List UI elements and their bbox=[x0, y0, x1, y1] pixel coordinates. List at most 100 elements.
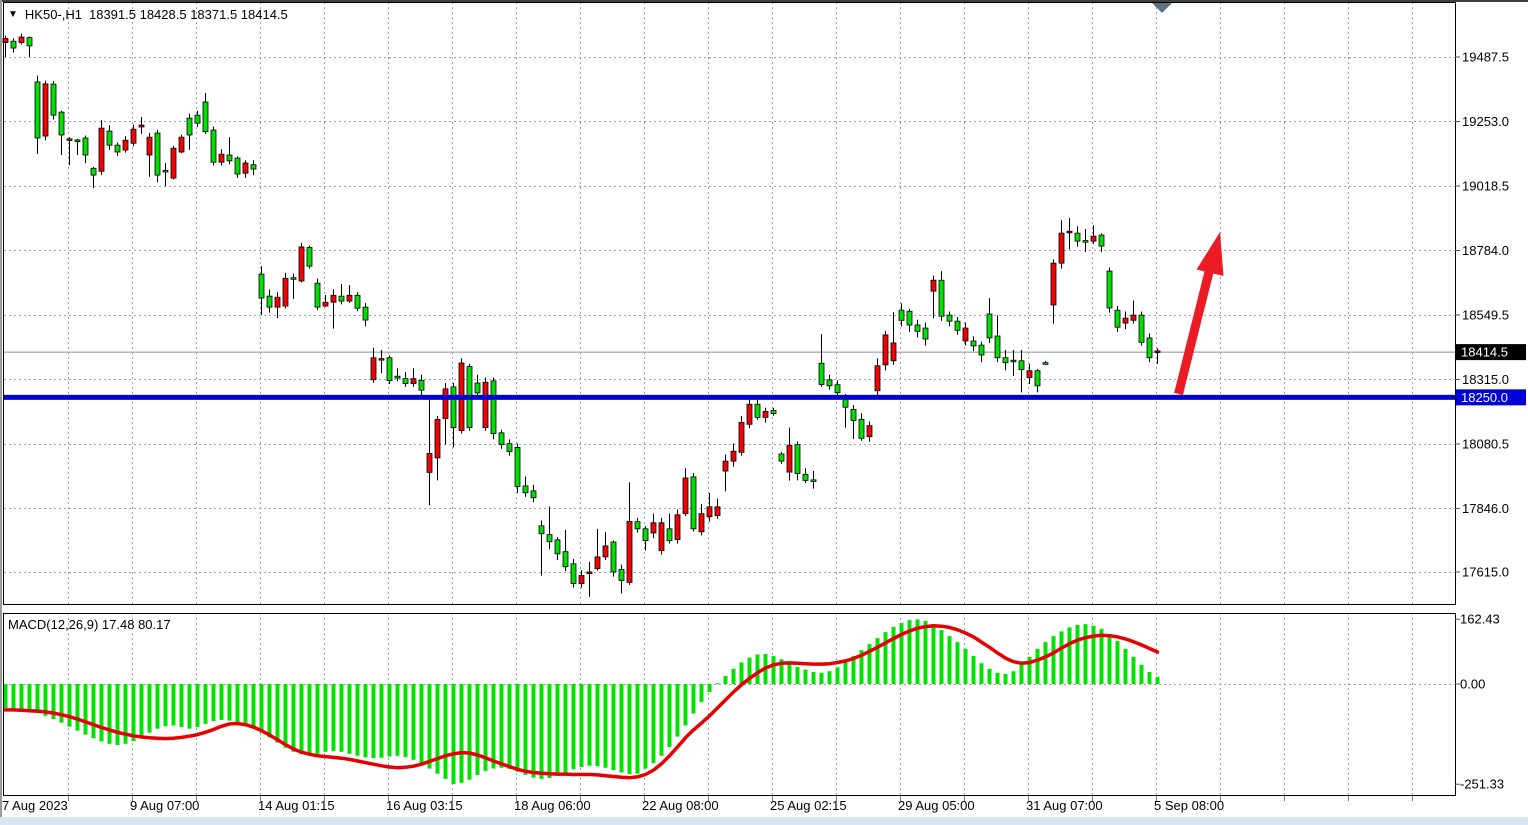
macd-bar bbox=[292, 684, 296, 752]
macd-bar bbox=[724, 676, 728, 684]
macd-bar bbox=[212, 684, 216, 721]
macd-bar bbox=[548, 684, 552, 778]
candle-bull bbox=[899, 310, 904, 320]
chart-canvas[interactable]: 19487.519253.019018.518784.018549.518315… bbox=[0, 0, 1528, 825]
symbol-dropdown-icon[interactable]: ▼ bbox=[8, 8, 18, 21]
candle-bull bbox=[851, 409, 856, 420]
candle-bear bbox=[707, 507, 712, 517]
candle-bull bbox=[195, 115, 200, 123]
macd-bar bbox=[1156, 677, 1160, 684]
candle-bull bbox=[499, 433, 504, 445]
macd-bar bbox=[1060, 631, 1064, 684]
candle-bull bbox=[859, 419, 864, 438]
candle-bear bbox=[43, 84, 48, 136]
candle-bear bbox=[1027, 371, 1032, 378]
candle-bear bbox=[715, 507, 720, 516]
price-axis-label: 17846.0 bbox=[1462, 501, 1509, 516]
macd-bar bbox=[132, 684, 136, 741]
candle-bull bbox=[291, 278, 296, 280]
candle-bull bbox=[555, 540, 560, 554]
candle-bull bbox=[971, 341, 976, 346]
macd-bar bbox=[252, 684, 256, 729]
candle-bull bbox=[35, 82, 40, 138]
candle-bull bbox=[11, 41, 16, 48]
candle-bear bbox=[371, 358, 376, 380]
candle-bull bbox=[163, 170, 168, 172]
macd-bar bbox=[892, 627, 896, 684]
candle-bear bbox=[243, 163, 248, 173]
macd-bar bbox=[1012, 671, 1016, 684]
macd-bar bbox=[604, 684, 608, 768]
candle-bear bbox=[579, 576, 584, 584]
macd-bar bbox=[1124, 649, 1128, 684]
macd-bar bbox=[140, 684, 144, 737]
support-line[interactable] bbox=[4, 395, 1455, 400]
candle-bull bbox=[91, 168, 96, 175]
candle-bull bbox=[395, 376, 400, 378]
macd-bar bbox=[684, 684, 688, 725]
symbol-period-label: HK50-,H1 bbox=[25, 7, 82, 22]
candle-bear bbox=[675, 515, 680, 540]
candle-bull bbox=[691, 477, 696, 529]
candle-bear bbox=[99, 128, 104, 171]
macd-bar bbox=[396, 684, 400, 756]
macd-bar bbox=[156, 684, 160, 729]
macd-bar bbox=[836, 667, 840, 684]
candle-bear bbox=[723, 461, 728, 471]
macd-bar bbox=[524, 684, 528, 775]
price-axis-label: 18315.0 bbox=[1462, 372, 1509, 387]
candle-bull bbox=[539, 526, 544, 534]
macd-bar bbox=[756, 654, 760, 684]
macd-bar bbox=[652, 684, 656, 763]
macd-bar bbox=[996, 673, 1000, 684]
candle-bear bbox=[67, 139, 72, 141]
macd-axis-label: -251.33 bbox=[1460, 777, 1504, 792]
candle-bull bbox=[1139, 315, 1144, 342]
candle-bull bbox=[211, 130, 216, 162]
candle-bull bbox=[475, 383, 480, 393]
candle-bear bbox=[883, 335, 888, 365]
candle-bear bbox=[1155, 351, 1160, 353]
macd-bar bbox=[492, 684, 496, 769]
macd-bar bbox=[660, 684, 664, 756]
macd-bar bbox=[356, 684, 360, 756]
price-axis-label: 18080.5 bbox=[1462, 436, 1509, 451]
macd-bar bbox=[260, 684, 264, 733]
macd-bar bbox=[340, 684, 344, 752]
candle-bull bbox=[811, 480, 816, 482]
macd-bar bbox=[668, 684, 672, 747]
macd-bar bbox=[1108, 634, 1112, 684]
macd-bar bbox=[372, 684, 376, 758]
candle-bear bbox=[867, 426, 872, 437]
time-axis-label: 25 Aug 02:15 bbox=[770, 798, 847, 813]
macd-bar bbox=[172, 684, 176, 725]
macd-bar bbox=[964, 649, 968, 684]
macd-bar bbox=[1116, 641, 1120, 684]
candle-bear bbox=[139, 125, 144, 127]
macd-bar bbox=[268, 684, 272, 737]
candle-bull bbox=[1107, 271, 1112, 308]
time-axis-label: 31 Aug 07:00 bbox=[1026, 798, 1103, 813]
candle-bear bbox=[731, 451, 736, 461]
candle-bull bbox=[267, 296, 272, 307]
macd-bar bbox=[380, 684, 384, 758]
macd-bar bbox=[12, 684, 16, 709]
candle-bull bbox=[923, 328, 928, 339]
macd-bar bbox=[4, 684, 8, 708]
bottom-strip bbox=[0, 817, 1528, 825]
candle-bull bbox=[955, 321, 960, 330]
macd-bar bbox=[820, 673, 824, 684]
macd-bar bbox=[164, 684, 168, 726]
candle-bull bbox=[387, 358, 392, 381]
macd-bar bbox=[788, 663, 792, 684]
candle-bull bbox=[835, 385, 840, 393]
candle-bull bbox=[571, 564, 576, 584]
time-axis-label: 18 Aug 06:00 bbox=[514, 798, 591, 813]
macd-bar bbox=[412, 684, 416, 760]
macd-bar bbox=[732, 669, 736, 684]
candle-bear bbox=[483, 382, 488, 427]
candle-bull bbox=[227, 155, 232, 161]
macd-bar bbox=[628, 684, 632, 774]
candle-bear bbox=[323, 302, 328, 306]
candle-bear bbox=[427, 453, 432, 472]
